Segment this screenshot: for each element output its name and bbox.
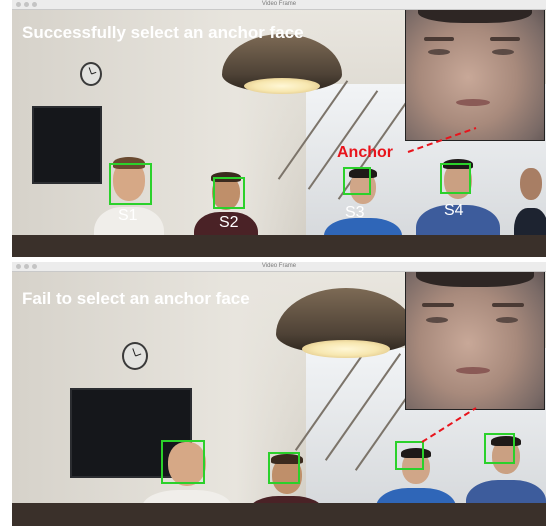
anchor-label: Anchor <box>337 144 393 161</box>
headline: Successfully select an anchor face <box>22 23 304 42</box>
window-title: Video Frame <box>261 1 297 7</box>
anchor-connector <box>421 407 477 443</box>
video-frame: Fail to select an anchor face <box>12 272 546 526</box>
video-frame: S1 S2 S3 S4 Anchor Successfully select a… <box>12 10 546 257</box>
headline: Fail to select an anchor face <box>22 289 250 308</box>
video-frame-window-bottom: Video Frame Fail to select an anchor fac… <box>12 262 546 526</box>
anchor-connector <box>407 127 477 153</box>
window-titlebar: Video Frame <box>12 262 546 272</box>
window-title: Video Frame <box>261 263 297 269</box>
window-titlebar: Video Frame <box>12 0 546 10</box>
video-frame-window-top: Video Frame S1 S2 S3 S4 Anchor Successfu… <box>12 0 546 257</box>
